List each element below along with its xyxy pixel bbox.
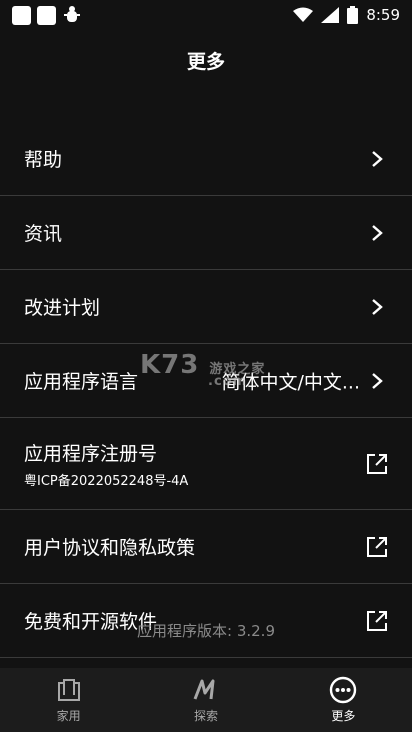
chevron-right-icon [364,294,390,320]
menu-item-registration-number[interactable]: 应用程序注册号 粤ICP备2022052248号-4A [0,418,412,510]
bug-icon [64,6,80,22]
chevron-right-icon [364,146,390,172]
menu-item-label: 用户协议和隐私政策 [24,537,196,559]
chevron-right-icon [364,220,390,246]
signal-icon [321,7,340,23]
menu-item-news[interactable]: 资讯 [0,196,412,270]
menu-item-label: 帮助 [24,149,63,171]
nav-label: 探索 [193,709,218,723]
watermark: K73 游戏之家 .com [140,350,265,389]
nav-more[interactable]: 更多 [275,668,412,732]
status-time: 8:59 [366,6,400,24]
external-link-icon [364,534,390,560]
menu-item-help[interactable]: 帮助 [0,122,412,196]
status-bar: 8:59 [0,0,412,30]
menu-item-user-agreement[interactable]: 用户协议和隐私政策 [0,510,412,584]
chevron-right-icon [364,368,390,394]
home-icon [55,676,83,704]
wifi-icon [293,7,314,22]
notification-icon [37,5,56,25]
menu-list: 帮助 资讯 改进计划 应用程序语言 简体中文/中文... 应用程序注册号 粤IC… [0,122,412,658]
status-system: 8:59 [293,6,400,24]
nav-label: 家用 [56,709,81,723]
menu-item-label: 资讯 [24,223,63,245]
explore-icon [192,676,220,704]
watermark-brand: K73 [140,350,200,380]
menu-item-label: 改进计划 [24,297,101,319]
battery-icon [347,6,359,24]
registration-number: 粤ICP备2022052248号-4A [24,473,189,489]
bottom-nav: 家用 探索 更多 [0,668,412,732]
nav-explore[interactable]: 探索 [137,668,274,732]
status-notifications [12,5,82,25]
app-version: 应用程序版本: 3.2.9 [137,622,275,640]
notification-icon [12,5,31,25]
external-link-icon [364,451,390,477]
menu-item-label: 应用程序注册号 [24,442,158,465]
nav-label: 更多 [331,709,356,723]
page-title: 更多 [186,50,225,73]
nav-home[interactable]: 家用 [0,668,137,732]
menu-item-improvement-plan[interactable]: 改进计划 [0,270,412,344]
more-icon [329,676,357,704]
